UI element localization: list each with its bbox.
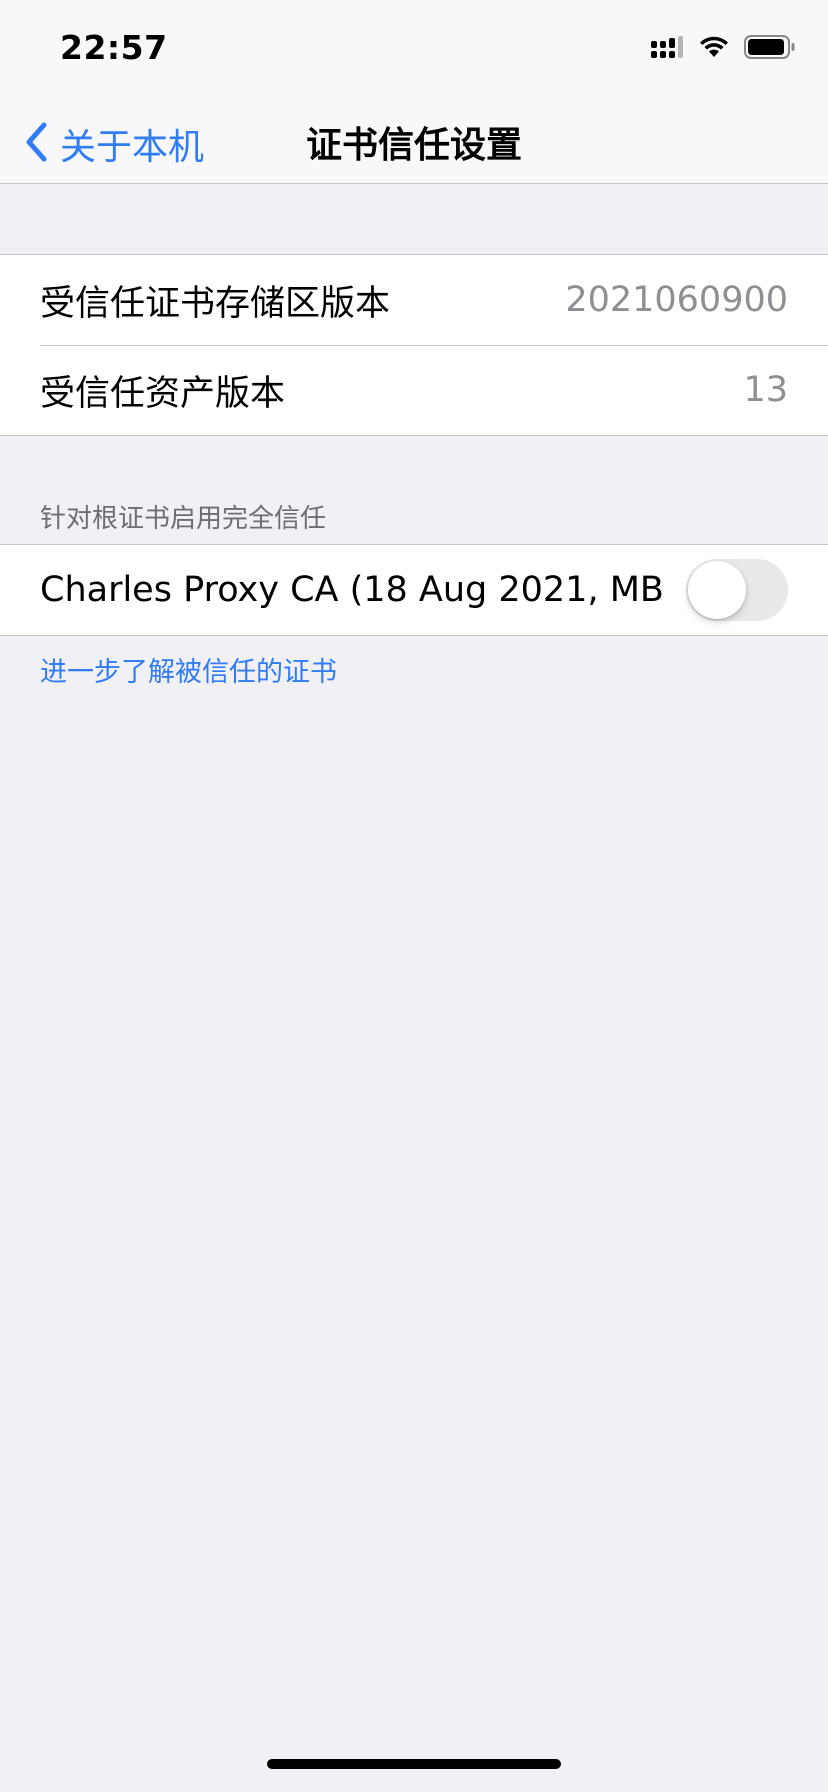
status-icons — [650, 34, 796, 64]
full-trust-toggle[interactable] — [686, 559, 788, 621]
row-value: 2021060900 — [565, 280, 788, 320]
certificate-name: Charles Proxy CA (18 Aug 2021, MBP.lo... — [40, 570, 662, 610]
home-indicator[interactable] — [267, 1759, 561, 1769]
wifi-icon — [698, 35, 730, 63]
root-cert-trust-group: Charles Proxy CA (18 Aug 2021, MBP.lo... — [0, 544, 828, 636]
learn-more-link[interactable]: 进一步了解被信任的证书 — [40, 650, 337, 689]
row-title: 受信任资产版本 — [40, 373, 286, 414]
versions-group: 受信任证书存储区版本 2021060900 受信任资产版本 13 — [0, 254, 828, 436]
section-header: 针对根证书启用完全信任 — [40, 504, 327, 534]
battery-icon — [744, 34, 796, 64]
list-row-charles-proxy-ca: Charles Proxy CA (18 Aug 2021, MBP.lo... — [0, 545, 828, 635]
screen: 22:57 关于本机 证书信任设置 受信任证书存储区版本 2021060900 … — [0, 0, 828, 1792]
top-bar: 22:57 关于本机 证书信任设置 — [0, 0, 828, 184]
row-value: 13 — [743, 370, 788, 410]
status-time: 22:57 — [60, 28, 168, 67]
list-row-trust-asset-version: 受信任资产版本 13 — [0, 345, 828, 435]
row-title: 受信任证书存储区版本 — [40, 283, 391, 324]
list-row-trust-store-version: 受信任证书存储区版本 2021060900 — [0, 255, 828, 345]
cellular-signal-icon — [650, 35, 684, 63]
toggle-knob — [688, 561, 746, 619]
page-title: 证书信任设置 — [305, 125, 522, 166]
